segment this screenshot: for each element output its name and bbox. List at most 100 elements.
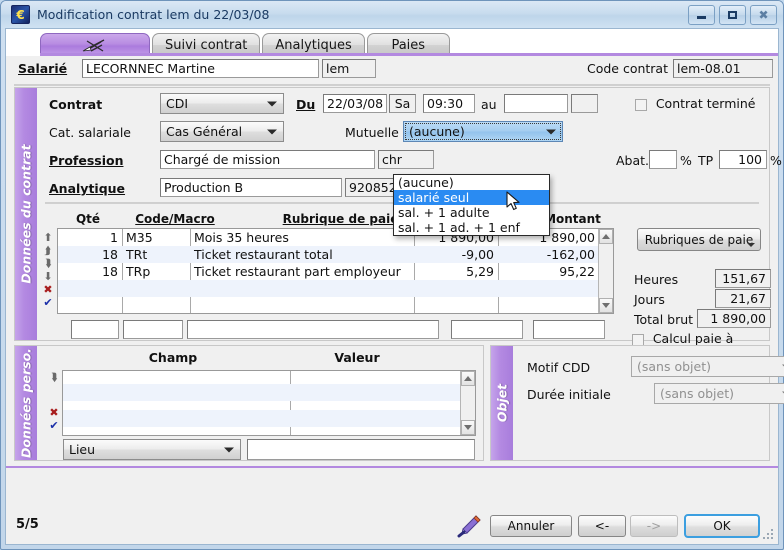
dropdown-option[interactable]: (aucune) (394, 175, 549, 190)
contrat-type-value: CDI (166, 96, 189, 111)
profession-code-input[interactable]: chr (378, 150, 434, 169)
valeur-input[interactable] (247, 439, 475, 460)
cell-code: TRp (126, 264, 151, 279)
objet-panel-vertical-tab[interactable]: Objet (491, 346, 513, 460)
scroll-down-button[interactable] (461, 420, 475, 435)
status-bar: 5/5 Annuler <- -> OK (6, 506, 778, 544)
checkbox-box (635, 98, 647, 111)
rubriques-de-paie-button[interactable]: Rubriques de paie (637, 228, 761, 251)
move-down-icon[interactable]: ⮯ (41, 257, 55, 270)
cat-salariale-select[interactable]: Cas Général (160, 121, 284, 142)
dropdown-option-selected[interactable]: salarié seul (394, 190, 549, 205)
au-day-display (571, 94, 598, 113)
minimize-button[interactable] (688, 5, 715, 25)
perso-panel-vertical-tab[interactable]: Données perso. (15, 346, 37, 460)
payroll-items-grid[interactable]: Qté Code/Macro Rubrique de paie Base Mon… (57, 212, 614, 314)
move-bottom-icon[interactable]: ⬇ (41, 270, 55, 283)
scroll-up-button[interactable] (599, 229, 613, 244)
mutuelle-dropdown-list[interactable]: (aucune) salarié seul sal. + 1 adulte sa… (393, 174, 550, 236)
edit-montant-input[interactable] (533, 320, 605, 339)
ok-button[interactable]: OK (684, 514, 760, 538)
table-row[interactable] (58, 280, 613, 297)
contract-data-panel: Données du contrat Contrat CDI Du 22/03/… (14, 87, 782, 361)
euro-icon: € (11, 5, 30, 24)
title-bar[interactable]: € Modification contrat lem du 22/03/08 ✖ (1, 1, 783, 28)
contract-panel-vertical-tab[interactable]: Données du contrat (15, 88, 37, 340)
analytique-input[interactable]: Production B (160, 178, 342, 197)
previous-button-label: <- (594, 519, 610, 533)
tp-input[interactable]: 100 (719, 150, 767, 169)
salarie-name-input[interactable]: LECORNNEC Martine (82, 59, 319, 78)
footer-divider (6, 466, 778, 468)
cell-code (122, 280, 190, 297)
maximize-icon (728, 11, 737, 19)
tab-label: Suivi contrat (165, 37, 248, 53)
champ-select[interactable]: Lieu (63, 439, 241, 460)
pencil-icon[interactable] (456, 514, 482, 538)
mutuelle-select[interactable]: (aucune) (403, 121, 563, 142)
chevron-down-icon (546, 129, 556, 134)
list-item[interactable] (63, 423, 475, 440)
abat-input[interactable] (649, 150, 677, 169)
cell-qte (58, 297, 122, 314)
personal-data-grid[interactable] (62, 370, 476, 436)
scroll-up-button[interactable] (461, 371, 475, 386)
salarie-code-input[interactable]: lem (322, 59, 376, 78)
scroll-up-icon (602, 234, 610, 239)
cat-salariale-value: Cas Général (166, 124, 243, 139)
objet-panel: Objet Motif CDD (sans objet) Durée initi… (490, 345, 784, 461)
mutuelle-value: (aucune) (409, 124, 465, 139)
col-header-champ: Champ (148, 350, 198, 365)
resize-grip[interactable] (763, 529, 775, 541)
validate-row-icon[interactable]: ✔ (41, 296, 55, 309)
cancel-button[interactable]: Annuler (490, 515, 572, 537)
cell-rubrique (190, 297, 414, 314)
dropdown-option[interactable]: sal. + 1 adulte (394, 205, 549, 220)
table-row[interactable]: 18 TRp Ticket restaurant part employeur … (58, 263, 613, 280)
tp-label: TP (698, 153, 714, 168)
contrat-termine-checkbox[interactable]: Contrat terminé (635, 96, 755, 111)
edit-rubrique-input[interactable] (187, 320, 439, 339)
contrat-type-select[interactable]: CDI (160, 93, 284, 114)
window-title: Modification contrat lem du 22/03/08 (37, 7, 270, 22)
abat-label: Abat. (616, 153, 650, 168)
validate-row-icon[interactable]: ✔ (47, 419, 61, 432)
col-header-valeur: Valeur (334, 350, 380, 365)
personal-grid-scrollbar[interactable] (460, 371, 475, 435)
du-time-input[interactable]: 09:30 (423, 94, 475, 113)
payroll-grid-scrollbar[interactable] (598, 229, 613, 313)
edit-code-input[interactable] (123, 320, 183, 339)
next-button[interactable]: -> (630, 515, 678, 537)
move-top-icon[interactable]: ⬆ (41, 231, 55, 244)
delete-row-icon[interactable]: ✖ (47, 406, 61, 419)
motif-cdd-select[interactable]: (sans objet) (631, 356, 784, 377)
scroll-down-button[interactable] (599, 298, 613, 313)
tab-bar: Suivi contrat Analytiques Paies (6, 29, 778, 56)
move-down-icon[interactable]: ⮯ (47, 371, 61, 384)
cell-rubrique: Ticket restaurant total (194, 247, 333, 262)
au-date-input[interactable] (504, 94, 568, 113)
duree-initiale-select[interactable]: (sans objet) (654, 383, 784, 404)
dropdown-option[interactable]: sal. + 1 ad. + 1 enf (394, 220, 549, 235)
edit-base-input[interactable] (451, 320, 523, 339)
close-button[interactable]: ✖ (750, 5, 777, 25)
mouse-cursor (506, 191, 520, 211)
maximize-button[interactable] (719, 5, 746, 25)
table-row[interactable] (58, 297, 613, 314)
col-header-code: Code/Macro (135, 212, 215, 226)
previous-button[interactable]: <- (578, 515, 626, 537)
ok-button-label: OK (713, 519, 731, 533)
edit-qte-input[interactable] (71, 320, 119, 339)
grid-row-tools: ⬆ ⮭ ⮯ ⬇ ✖ ✔ (41, 231, 55, 309)
move-up-icon[interactable]: ⮭ (41, 244, 55, 257)
code-contrat-input[interactable]: lem-08.01 (673, 59, 773, 78)
cell-montant: 95,22 (559, 264, 595, 279)
tab-label: Paies (391, 37, 426, 53)
code-contrat-label: Code contrat (586, 61, 668, 76)
profession-input[interactable]: Chargé de mission (160, 150, 375, 169)
duree-initiale-label: Durée initiale (527, 387, 611, 402)
cell-valeur (290, 423, 460, 440)
table-row[interactable]: 18 TRt Ticket restaurant total -9,00 -16… (58, 246, 613, 263)
du-date-input[interactable]: 22/03/08 (323, 94, 387, 113)
delete-row-icon[interactable]: ✖ (41, 283, 55, 296)
